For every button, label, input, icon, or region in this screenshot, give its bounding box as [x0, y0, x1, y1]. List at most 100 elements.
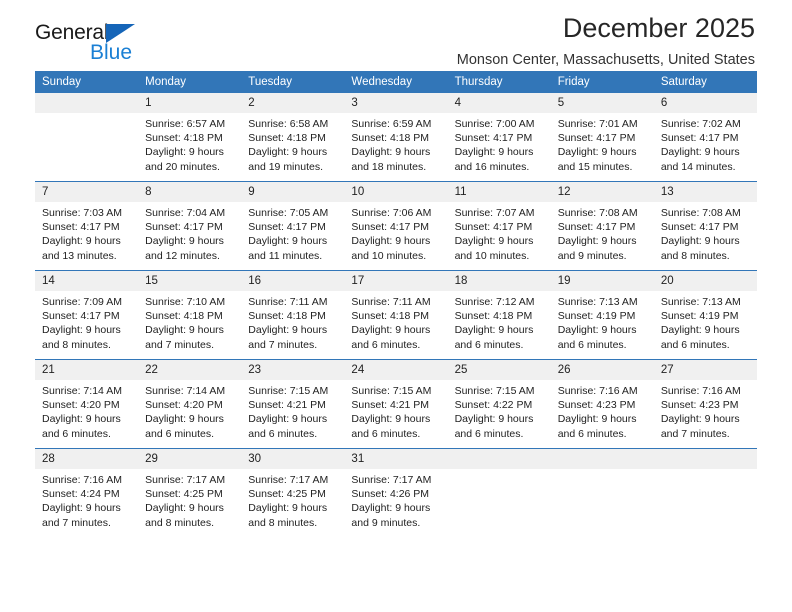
- day-details: Sunrise: 7:16 AM Sunset: 4:23 PM Dayligh…: [551, 380, 654, 441]
- day-cell[interactable]: 9 Sunrise: 7:05 AM Sunset: 4:17 PM Dayli…: [241, 181, 345, 271]
- sunset-text: Sunset: 4:17 PM: [454, 132, 533, 145]
- day-cell[interactable]: 30 Sunrise: 7:17 AM Sunset: 4:25 PM Dayl…: [241, 448, 345, 537]
- daylight-text-line1: Daylight: 9 hours: [557, 146, 637, 159]
- sunrise-text: Sunrise: 7:13 AM: [660, 296, 741, 308]
- day-cell[interactable]: 10 Sunrise: 7:06 AM Sunset: 4:17 PM Dayl…: [344, 181, 448, 271]
- calendar-body: 1 Sunrise: 6:57 AM Sunset: 4:18 PM Dayli…: [35, 93, 757, 537]
- daylight-text-line2: and 8 minutes.: [660, 249, 730, 262]
- daylight-text-line2: and 6 minutes.: [351, 338, 421, 351]
- day-details: [551, 469, 654, 473]
- sunrise-text: Sunrise: 7:12 AM: [454, 296, 535, 308]
- day-cell[interactable]: 23 Sunrise: 7:15 AM Sunset: 4:21 PM Dayl…: [241, 359, 345, 449]
- day-cell[interactable]: [550, 448, 654, 537]
- daylight-text-line2: and 6 minutes.: [248, 427, 318, 440]
- sunset-text: Sunset: 4:22 PM: [454, 399, 533, 412]
- day-cell[interactable]: 15 Sunrise: 7:10 AM Sunset: 4:18 PM Dayl…: [138, 270, 242, 360]
- day-cell[interactable]: 24 Sunrise: 7:15 AM Sunset: 4:21 PM Dayl…: [344, 359, 448, 449]
- day-details: Sunrise: 6:57 AM Sunset: 4:18 PM Dayligh…: [138, 113, 241, 174]
- day-cell[interactable]: [447, 448, 551, 537]
- day-cell[interactable]: 3 Sunrise: 6:59 AM Sunset: 4:18 PM Dayli…: [344, 93, 448, 182]
- daylight-text-line2: and 18 minutes.: [351, 160, 427, 173]
- day-number: [653, 449, 757, 469]
- day-number: 22: [138, 360, 242, 380]
- day-number: 29: [138, 449, 242, 469]
- day-details: [654, 469, 757, 473]
- day-cell[interactable]: 11 Sunrise: 7:07 AM Sunset: 4:17 PM Dayl…: [447, 181, 551, 271]
- day-cell[interactable]: 18 Sunrise: 7:12 AM Sunset: 4:18 PM Dayl…: [447, 270, 551, 360]
- day-cell[interactable]: 14 Sunrise: 7:09 AM Sunset: 4:17 PM Dayl…: [35, 270, 139, 360]
- day-cell[interactable]: 29 Sunrise: 7:17 AM Sunset: 4:25 PM Dayl…: [138, 448, 242, 537]
- logo-text-blue: Blue: [90, 41, 133, 64]
- daylight-text-line2: and 14 minutes.: [660, 160, 736, 173]
- day-cell[interactable]: [35, 93, 139, 182]
- day-cell[interactable]: 7 Sunrise: 7:03 AM Sunset: 4:17 PM Dayli…: [35, 181, 139, 271]
- daylight-text-line1: Daylight: 9 hours: [145, 502, 224, 515]
- daylight-text-line2: and 15 minutes.: [557, 160, 633, 173]
- day-cell[interactable]: 2 Sunrise: 6:58 AM Sunset: 4:18 PM Dayli…: [241, 93, 345, 182]
- daylight-text-line1: Daylight: 9 hours: [454, 413, 534, 426]
- daylight-text-line1: Daylight: 9 hours: [660, 413, 740, 426]
- day-cell[interactable]: 26 Sunrise: 7:16 AM Sunset: 4:23 PM Dayl…: [550, 359, 654, 449]
- calendar-week-row: 28 Sunrise: 7:16 AM Sunset: 4:24 PM Dayl…: [35, 448, 757, 537]
- day-cell[interactable]: 21 Sunrise: 7:14 AM Sunset: 4:20 PM Dayl…: [35, 359, 139, 449]
- sunrise-text: Sunrise: 7:14 AM: [145, 385, 226, 397]
- daylight-text-line1: Daylight: 9 hours: [42, 502, 121, 515]
- sunrise-text: Sunrise: 7:02 AM: [660, 118, 741, 130]
- day-cell[interactable]: 17 Sunrise: 7:11 AM Sunset: 4:18 PM Dayl…: [344, 270, 448, 360]
- day-details: [35, 113, 138, 117]
- daylight-text-line1: Daylight: 9 hours: [351, 413, 431, 426]
- day-cell[interactable]: 6 Sunrise: 7:02 AM Sunset: 4:17 PM Dayli…: [653, 93, 757, 182]
- day-cell[interactable]: 16 Sunrise: 7:11 AM Sunset: 4:18 PM Dayl…: [241, 270, 345, 360]
- day-cell[interactable]: 5 Sunrise: 7:01 AM Sunset: 4:17 PM Dayli…: [550, 93, 654, 182]
- day-cell[interactable]: 27 Sunrise: 7:16 AM Sunset: 4:23 PM Dayl…: [653, 359, 757, 449]
- day-cell[interactable]: 22 Sunrise: 7:14 AM Sunset: 4:20 PM Dayl…: [138, 359, 242, 449]
- daylight-text-line2: and 7 minutes.: [145, 338, 215, 351]
- sunset-text: Sunset: 4:17 PM: [454, 221, 533, 234]
- sunset-text: Sunset: 4:18 PM: [248, 310, 326, 323]
- day-details: Sunrise: 7:10 AM Sunset: 4:18 PM Dayligh…: [138, 291, 241, 352]
- sunset-text: Sunset: 4:18 PM: [454, 310, 533, 323]
- weekday-header-friday: Friday: [550, 71, 654, 93]
- day-details: Sunrise: 7:01 AM Sunset: 4:17 PM Dayligh…: [551, 113, 654, 174]
- day-details: Sunrise: 7:15 AM Sunset: 4:21 PM Dayligh…: [344, 380, 447, 441]
- day-cell[interactable]: 19 Sunrise: 7:13 AM Sunset: 4:19 PM Dayl…: [550, 270, 654, 360]
- daylight-text-line2: and 8 minutes.: [42, 338, 111, 351]
- daylight-text-line1: Daylight: 9 hours: [557, 324, 637, 337]
- day-number: 23: [241, 360, 345, 380]
- day-cell[interactable]: 8 Sunrise: 7:04 AM Sunset: 4:17 PM Dayli…: [138, 181, 242, 271]
- weekday-header-saturday: Saturday: [653, 71, 757, 93]
- title-block: December 2025 Monson Center, Massachuset…: [457, 12, 757, 70]
- daylight-text-line1: Daylight: 9 hours: [42, 324, 121, 337]
- sunrise-text: Sunrise: 7:14 AM: [42, 385, 122, 397]
- day-number: 7: [35, 182, 139, 202]
- day-details: Sunrise: 7:03 AM Sunset: 4:17 PM Dayligh…: [35, 202, 138, 263]
- day-number: 25: [447, 360, 551, 380]
- daylight-text-line1: Daylight: 9 hours: [145, 146, 224, 159]
- general-blue-logo[interactable]: General Blue: [35, 22, 255, 68]
- sunset-text: Sunset: 4:25 PM: [145, 488, 223, 501]
- day-cell[interactable]: 1 Sunrise: 6:57 AM Sunset: 4:18 PM Dayli…: [138, 93, 242, 182]
- weekday-header-monday: Monday: [138, 71, 242, 93]
- sunrise-text: Sunrise: 7:03 AM: [42, 207, 122, 219]
- day-cell[interactable]: 12 Sunrise: 7:08 AM Sunset: 4:17 PM Dayl…: [550, 181, 654, 271]
- day-cell[interactable]: 28 Sunrise: 7:16 AM Sunset: 4:24 PM Dayl…: [35, 448, 139, 537]
- day-cell[interactable]: 31 Sunrise: 7:17 AM Sunset: 4:26 PM Dayl…: [344, 448, 448, 537]
- sunset-text: Sunset: 4:18 PM: [145, 132, 223, 145]
- day-details: Sunrise: 7:06 AM Sunset: 4:17 PM Dayligh…: [344, 202, 447, 263]
- day-cell[interactable]: 20 Sunrise: 7:13 AM Sunset: 4:19 PM Dayl…: [653, 270, 757, 360]
- sunset-text: Sunset: 4:18 PM: [351, 310, 430, 323]
- daylight-text-line1: Daylight: 9 hours: [660, 324, 740, 337]
- sunset-text: Sunset: 4:17 PM: [557, 132, 636, 145]
- daylight-text-line1: Daylight: 9 hours: [145, 235, 224, 248]
- day-number: 5: [550, 93, 654, 113]
- daylight-text-line2: and 12 minutes.: [145, 249, 220, 262]
- day-cell[interactable]: [653, 448, 757, 537]
- day-cell[interactable]: 4 Sunrise: 7:00 AM Sunset: 4:17 PM Dayli…: [447, 93, 551, 182]
- day-cell[interactable]: 25 Sunrise: 7:15 AM Sunset: 4:22 PM Dayl…: [447, 359, 551, 449]
- sunset-text: Sunset: 4:17 PM: [248, 221, 326, 234]
- day-details: Sunrise: 7:13 AM Sunset: 4:19 PM Dayligh…: [654, 291, 757, 352]
- sunrise-text: Sunrise: 7:00 AM: [454, 118, 535, 130]
- sunrise-text: Sunrise: 7:04 AM: [145, 207, 226, 219]
- day-details: Sunrise: 7:17 AM Sunset: 4:25 PM Dayligh…: [138, 469, 241, 530]
- day-cell[interactable]: 13 Sunrise: 7:08 AM Sunset: 4:17 PM Dayl…: [653, 181, 757, 271]
